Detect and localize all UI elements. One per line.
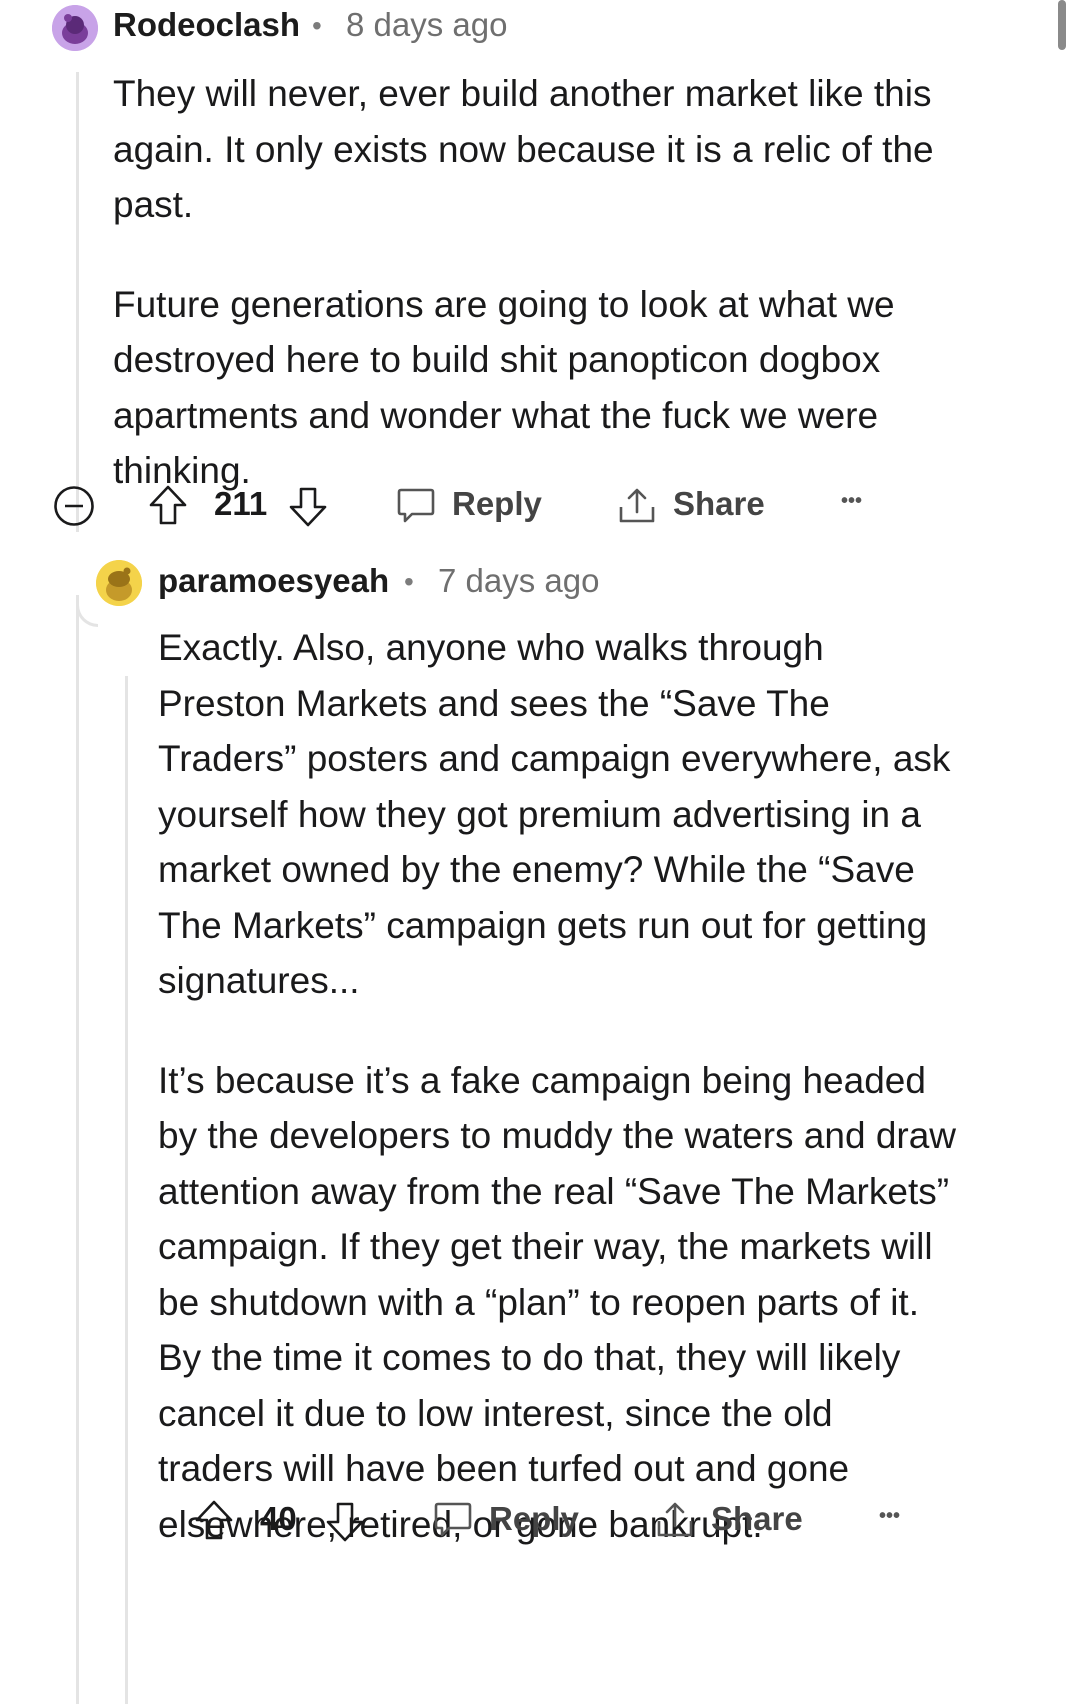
thread-line[interactable] bbox=[76, 595, 79, 1704]
speech-bubble-icon bbox=[434, 1502, 472, 1537]
comment-body: They will never, ever build another mark… bbox=[113, 66, 973, 499]
scrollbar[interactable] bbox=[1058, 0, 1066, 50]
snoo-avatar-icon bbox=[52, 5, 98, 51]
share-upload-icon bbox=[657, 1502, 693, 1537]
separator-dot: • bbox=[312, 10, 322, 41]
comment-paragraph: Exactly. Also, anyone who walks through … bbox=[158, 627, 951, 1001]
reply-label: Reply bbox=[489, 1500, 579, 1537]
separator-dot: • bbox=[404, 566, 414, 597]
comment-body: Exactly. Also, anyone who walks through … bbox=[158, 620, 958, 1552]
vote-count: 211 bbox=[214, 485, 268, 522]
username[interactable]: paramoesyeah bbox=[158, 562, 389, 600]
downvote-arrow-icon[interactable] bbox=[325, 1501, 365, 1543]
thread-line[interactable] bbox=[125, 676, 128, 1704]
upvote-arrow-icon[interactable] bbox=[148, 484, 188, 526]
collapse-minus-icon[interactable] bbox=[53, 485, 95, 527]
comment-paragraph: Future generations are going to look at … bbox=[113, 283, 895, 492]
upvote-arrow-icon[interactable] bbox=[194, 1499, 234, 1541]
downvote-arrow-icon[interactable] bbox=[288, 486, 328, 528]
thread-line[interactable] bbox=[76, 72, 79, 532]
comment-paragraph: It’s because it’s a fake campaign being … bbox=[158, 1059, 957, 1545]
reply-label: Reply bbox=[452, 485, 542, 522]
comment-paragraph: They will never, ever build another mark… bbox=[113, 73, 934, 225]
share-upload-icon bbox=[619, 488, 655, 523]
share-label: Share bbox=[711, 1500, 803, 1537]
vote-count: 40 bbox=[260, 1500, 297, 1537]
more-dots-icon[interactable]: ••• bbox=[879, 1505, 900, 1528]
user-avatar[interactable] bbox=[96, 560, 142, 606]
timestamp: 8 days ago bbox=[346, 6, 508, 43]
thread-connector bbox=[76, 595, 98, 627]
username[interactable]: Rodeoclash bbox=[113, 6, 300, 44]
snoo-avatar-icon bbox=[96, 560, 142, 606]
user-avatar[interactable] bbox=[52, 5, 98, 51]
speech-bubble-icon bbox=[397, 488, 435, 523]
timestamp: 7 days ago bbox=[438, 562, 600, 599]
more-dots-icon[interactable]: ••• bbox=[841, 490, 862, 513]
share-label: Share bbox=[673, 485, 765, 522]
